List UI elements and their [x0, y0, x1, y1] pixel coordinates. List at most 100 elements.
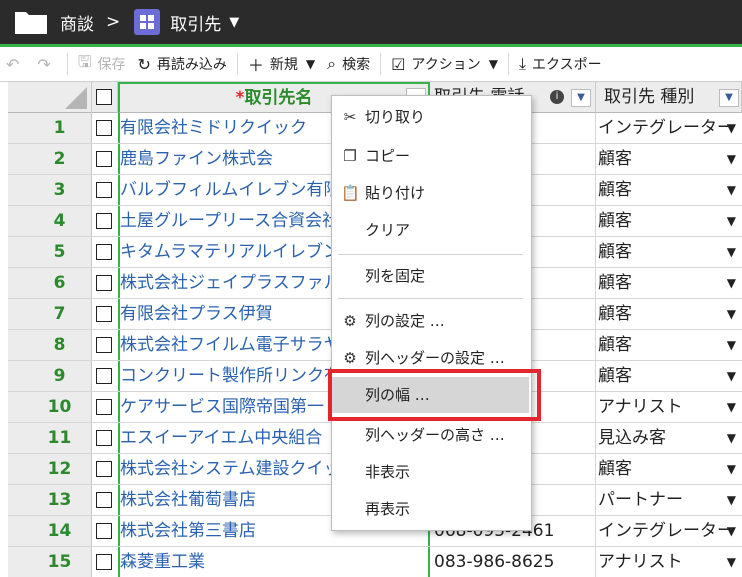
menu-item-cut[interactable]: ✂ 切り取り [332, 99, 529, 135]
chevron-down-icon[interactable]: ▼ [727, 268, 736, 298]
toolbar-divider [507, 53, 509, 75]
type-cell[interactable]: 顧客 ▼ [596, 330, 742, 360]
row-checkbox[interactable] [96, 368, 112, 384]
menu-item-copy[interactable]: ❐ コピー [332, 138, 529, 174]
chevron-down-icon[interactable]: ▼ [727, 361, 736, 391]
row-number[interactable]: 5 [8, 237, 92, 267]
chevron-down-icon[interactable]: ▼ [727, 144, 736, 174]
row-checkbox[interactable] [96, 306, 112, 322]
column-filter-button[interactable]: ▼ [719, 89, 739, 107]
new-button[interactable]: ＋ 新規 ▼ [242, 47, 321, 81]
highlight-box [328, 369, 541, 421]
row-checkbox[interactable] [96, 523, 112, 539]
row-number[interactable]: 6 [8, 268, 92, 298]
action-button[interactable]: ☑ アクション ▼ [385, 47, 504, 81]
row-number[interactable]: 15 [8, 547, 92, 577]
account-name-cell[interactable]: 森菱重工業 [118, 547, 430, 577]
chevron-down-icon[interactable]: ▼ [727, 454, 736, 484]
undo-button[interactable]: ↶ [0, 47, 31, 81]
type-cell[interactable]: 顧客 ▼ [596, 175, 742, 205]
corner-header[interactable] [8, 82, 92, 113]
phone-cell[interactable]: 083-986-8625 [430, 547, 596, 577]
row-number[interactable]: 7 [8, 299, 92, 329]
chevron-down-icon[interactable]: ▼ [727, 423, 736, 453]
row-checkbox[interactable] [96, 151, 112, 167]
object-title[interactable]: 取引先 [170, 10, 221, 35]
row-checkbox[interactable] [96, 337, 112, 353]
row-number[interactable]: 2 [8, 144, 92, 174]
type-value: 顧客 [598, 149, 632, 169]
row-checkbox[interactable] [96, 182, 112, 198]
row-select-cell [92, 237, 118, 267]
row-number[interactable]: 3 [8, 175, 92, 205]
copy-icon: ❐ [343, 147, 357, 165]
chevron-down-icon[interactable]: ▼ [229, 15, 239, 30]
chevron-down-icon[interactable]: ▼ [727, 175, 736, 205]
type-cell[interactable]: インテグレーター ▼ [596, 516, 742, 546]
chevron-down-icon[interactable]: ▼ [727, 547, 736, 577]
row-checkbox[interactable] [96, 554, 112, 570]
table-row[interactable]: 15 森菱重工業 083-986-8625 アナリスト ▼ [8, 547, 742, 577]
row-number[interactable]: 10 [8, 392, 92, 422]
type-cell[interactable]: 顧客 ▼ [596, 206, 742, 236]
save-button[interactable]: 🖫 保存 [72, 47, 132, 81]
chevron-down-icon[interactable]: ▼ [727, 516, 736, 546]
type-cell[interactable]: インテグレーター ▼ [596, 113, 742, 143]
row-checkbox[interactable] [96, 120, 112, 136]
row-number[interactable]: 13 [8, 485, 92, 515]
row-checkbox[interactable] [96, 461, 112, 477]
menu-item-freeze-column[interactable]: 列を固定 [332, 258, 529, 294]
chevron-down-icon[interactable]: ▼ [727, 237, 736, 267]
redo-button[interactable]: ↷ [31, 47, 62, 81]
row-number[interactable]: 14 [8, 516, 92, 546]
row-checkbox[interactable] [96, 213, 112, 229]
chevron-down-icon[interactable]: ▼ [727, 206, 736, 236]
chevron-down-icon[interactable]: ▼ [306, 57, 315, 71]
reload-button[interactable]: ↻ 再読み込み [131, 47, 232, 81]
type-cell[interactable]: 顧客 ▼ [596, 237, 742, 267]
export-button[interactable]: ⤓ エクスポー [513, 47, 608, 81]
chevron-down-icon[interactable]: ▼ [727, 392, 736, 422]
row-number[interactable]: 4 [8, 206, 92, 236]
row-number[interactable]: 9 [8, 361, 92, 391]
row-checkbox[interactable] [96, 399, 112, 415]
column-header-type[interactable]: 取引先 種別 ▼ [596, 82, 742, 113]
type-cell[interactable]: アナリスト ▼ [596, 392, 742, 422]
select-all-checkbox[interactable] [96, 89, 112, 105]
type-cell[interactable]: 顧客 ▼ [596, 299, 742, 329]
column-header-type-label: 取引先 種別 [604, 87, 695, 107]
info-icon[interactable]: i [550, 90, 564, 104]
row-number[interactable]: 12 [8, 454, 92, 484]
menu-item-column-settings[interactable]: ⚙ 列の設定 … [332, 303, 529, 339]
type-cell[interactable]: パートナー ▼ [596, 485, 742, 515]
row-checkbox[interactable] [96, 492, 112, 508]
menu-item-paste[interactable]: 📋 貼り付け [332, 175, 529, 211]
menu-item-hide[interactable]: 非表示 [332, 454, 529, 490]
breadcrumb-item[interactable]: 商談 [60, 10, 94, 35]
type-cell[interactable]: 顧客 ▼ [596, 361, 742, 391]
row-number[interactable]: 1 [8, 113, 92, 143]
row-number[interactable]: 8 [8, 330, 92, 360]
chevron-down-icon[interactable]: ▼ [727, 330, 736, 360]
type-cell[interactable]: 顧客 ▼ [596, 268, 742, 298]
type-cell[interactable]: 顧客 ▼ [596, 454, 742, 484]
row-checkbox[interactable] [96, 244, 112, 260]
menu-item-show[interactable]: 再表示 [332, 491, 529, 527]
menu-item-label: 貼り付け [365, 184, 426, 202]
type-cell[interactable]: 顧客 ▼ [596, 144, 742, 174]
type-cell[interactable]: 見込み客 ▼ [596, 423, 742, 453]
search-button[interactable]: ⌕ 検索 [321, 47, 376, 81]
chevron-down-icon[interactable]: ▼ [727, 113, 736, 143]
folder-icon[interactable] [14, 9, 48, 35]
column-filter-button[interactable]: ▼ [571, 89, 591, 107]
row-checkbox[interactable] [96, 430, 112, 446]
menu-item-clear[interactable]: クリア [332, 212, 529, 248]
chevron-down-icon[interactable]: ▼ [727, 299, 736, 329]
chevron-down-icon[interactable]: ▼ [489, 57, 498, 71]
chevron-down-icon[interactable]: ▼ [727, 485, 736, 515]
row-checkbox[interactable] [96, 275, 112, 291]
row-number[interactable]: 11 [8, 423, 92, 453]
type-cell[interactable]: アナリスト ▼ [596, 547, 742, 577]
menu-item-header-height[interactable]: 列ヘッダーの高さ … [332, 417, 529, 453]
menu-item-label: 列ヘッダーの高さ … [365, 426, 505, 444]
